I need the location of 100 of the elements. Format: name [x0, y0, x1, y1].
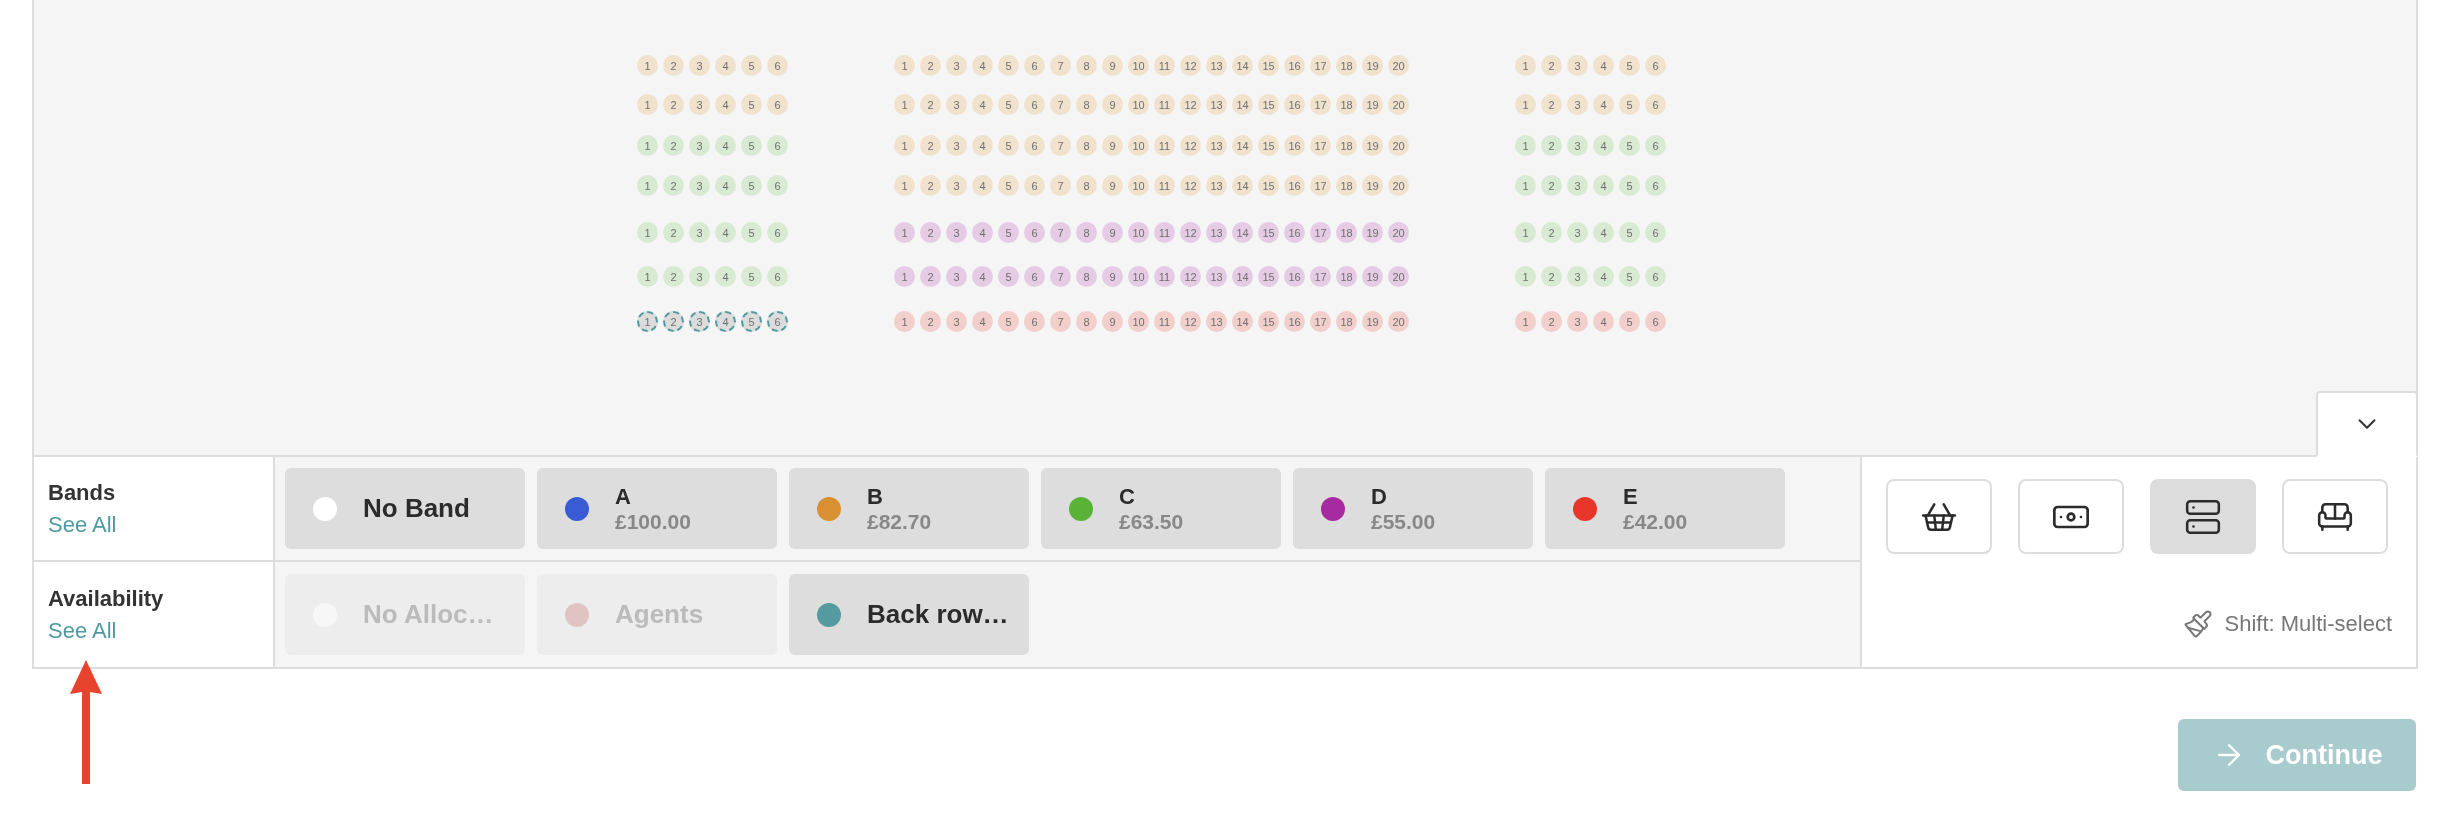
seat[interactable]: 13: [1206, 311, 1227, 332]
seat[interactable]: 19: [1362, 175, 1383, 196]
seat[interactable]: 10: [1128, 222, 1149, 243]
seat[interactable]: 16: [1284, 311, 1305, 332]
seat[interactable]: 8: [1076, 311, 1097, 332]
filter-chip[interactable]: C £63.50: [1041, 468, 1281, 549]
seat[interactable]: 17: [1310, 94, 1331, 115]
seat[interactable]: 2: [920, 135, 941, 156]
seat[interactable]: 9: [1102, 55, 1123, 76]
seat[interactable]: 6: [1024, 222, 1045, 243]
seat[interactable]: 10: [1128, 135, 1149, 156]
seat[interactable]: 4: [715, 175, 736, 196]
seat[interactable]: 18: [1336, 266, 1357, 287]
seat[interactable]: 15: [1258, 175, 1279, 196]
seat[interactable]: 4: [972, 55, 993, 76]
seat[interactable]: 6: [1645, 55, 1666, 76]
seat[interactable]: 4: [972, 266, 993, 287]
seat[interactable]: 6: [1024, 266, 1045, 287]
seat[interactable]: 8: [1076, 135, 1097, 156]
seat[interactable]: 1: [637, 222, 658, 243]
seat[interactable]: 7: [1050, 55, 1071, 76]
seat[interactable]: 11: [1154, 311, 1175, 332]
seat[interactable]: 18: [1336, 94, 1357, 115]
seat[interactable]: 1: [637, 55, 658, 76]
seat[interactable]: 11: [1154, 135, 1175, 156]
filter-chip[interactable]: D £55.00: [1293, 468, 1533, 549]
seat[interactable]: 17: [1310, 266, 1331, 287]
seat[interactable]: 19: [1362, 94, 1383, 115]
seat[interactable]: 10: [1128, 94, 1149, 115]
seat[interactable]: 4: [715, 266, 736, 287]
seat[interactable]: 2: [1541, 175, 1562, 196]
seat[interactable]: 3: [946, 135, 967, 156]
seat[interactable]: 3: [946, 266, 967, 287]
seat[interactable]: 17: [1310, 175, 1331, 196]
seat[interactable]: 11: [1154, 266, 1175, 287]
seat[interactable]: 6: [1645, 222, 1666, 243]
seat[interactable]: 1: [894, 135, 915, 156]
seat[interactable]: 5: [741, 175, 762, 196]
seat[interactable]: 2: [1541, 135, 1562, 156]
seat[interactable]: 5: [998, 222, 1019, 243]
view-toggle-button[interactable]: [2282, 479, 2388, 554]
seat[interactable]: 2: [663, 311, 684, 332]
seat[interactable]: 4: [1593, 175, 1614, 196]
seat[interactable]: 12: [1180, 311, 1201, 332]
seat[interactable]: 1: [637, 311, 658, 332]
seat[interactable]: 19: [1362, 222, 1383, 243]
seat[interactable]: 2: [920, 311, 941, 332]
seat[interactable]: 3: [946, 175, 967, 196]
seat[interactable]: 6: [1024, 311, 1045, 332]
seat[interactable]: 12: [1180, 135, 1201, 156]
seat[interactable]: 5: [1619, 135, 1640, 156]
seat[interactable]: 12: [1180, 175, 1201, 196]
seat[interactable]: 13: [1206, 266, 1227, 287]
seat[interactable]: 2: [1541, 311, 1562, 332]
seat[interactable]: 3: [1567, 94, 1588, 115]
seat[interactable]: 12: [1180, 266, 1201, 287]
seat[interactable]: 12: [1180, 94, 1201, 115]
seat[interactable]: 8: [1076, 266, 1097, 287]
seat[interactable]: 11: [1154, 55, 1175, 76]
seat[interactable]: 7: [1050, 266, 1071, 287]
seat[interactable]: 1: [1515, 94, 1536, 115]
seat[interactable]: 6: [1645, 175, 1666, 196]
seat[interactable]: 3: [946, 222, 967, 243]
seat[interactable]: 1: [894, 175, 915, 196]
filter-chip[interactable]: No Band: [285, 468, 525, 549]
see-all-link[interactable]: See All: [48, 617, 117, 644]
seat[interactable]: 2: [1541, 94, 1562, 115]
seat[interactable]: 9: [1102, 222, 1123, 243]
seat[interactable]: 13: [1206, 175, 1227, 196]
seat[interactable]: 2: [663, 55, 684, 76]
seat[interactable]: 1: [1515, 135, 1536, 156]
seat[interactable]: 19: [1362, 135, 1383, 156]
seat[interactable]: 3: [689, 266, 710, 287]
seat[interactable]: 12: [1180, 55, 1201, 76]
seat[interactable]: 10: [1128, 266, 1149, 287]
seat[interactable]: 1: [894, 55, 915, 76]
seat[interactable]: 9: [1102, 311, 1123, 332]
seat[interactable]: 7: [1050, 94, 1071, 115]
seat[interactable]: 4: [1593, 94, 1614, 115]
seat[interactable]: 4: [715, 55, 736, 76]
seat[interactable]: 4: [715, 311, 736, 332]
seat[interactable]: 8: [1076, 55, 1097, 76]
seat[interactable]: 15: [1258, 135, 1279, 156]
seat[interactable]: 5: [1619, 55, 1640, 76]
seat[interactable]: 20: [1388, 266, 1409, 287]
seat[interactable]: 1: [1515, 222, 1536, 243]
view-toggle-button[interactable]: [2018, 479, 2124, 554]
seat[interactable]: 8: [1076, 175, 1097, 196]
seat[interactable]: 2: [920, 266, 941, 287]
seat[interactable]: 14: [1232, 94, 1253, 115]
seat[interactable]: 1: [894, 222, 915, 243]
seat[interactable]: 20: [1388, 94, 1409, 115]
seat[interactable]: 8: [1076, 222, 1097, 243]
seat[interactable]: 20: [1388, 311, 1409, 332]
seat[interactable]: 3: [689, 175, 710, 196]
seat[interactable]: 6: [1024, 55, 1045, 76]
seat[interactable]: 1: [1515, 266, 1536, 287]
seat[interactable]: 4: [715, 94, 736, 115]
seat[interactable]: 6: [1024, 175, 1045, 196]
seat[interactable]: 10: [1128, 175, 1149, 196]
